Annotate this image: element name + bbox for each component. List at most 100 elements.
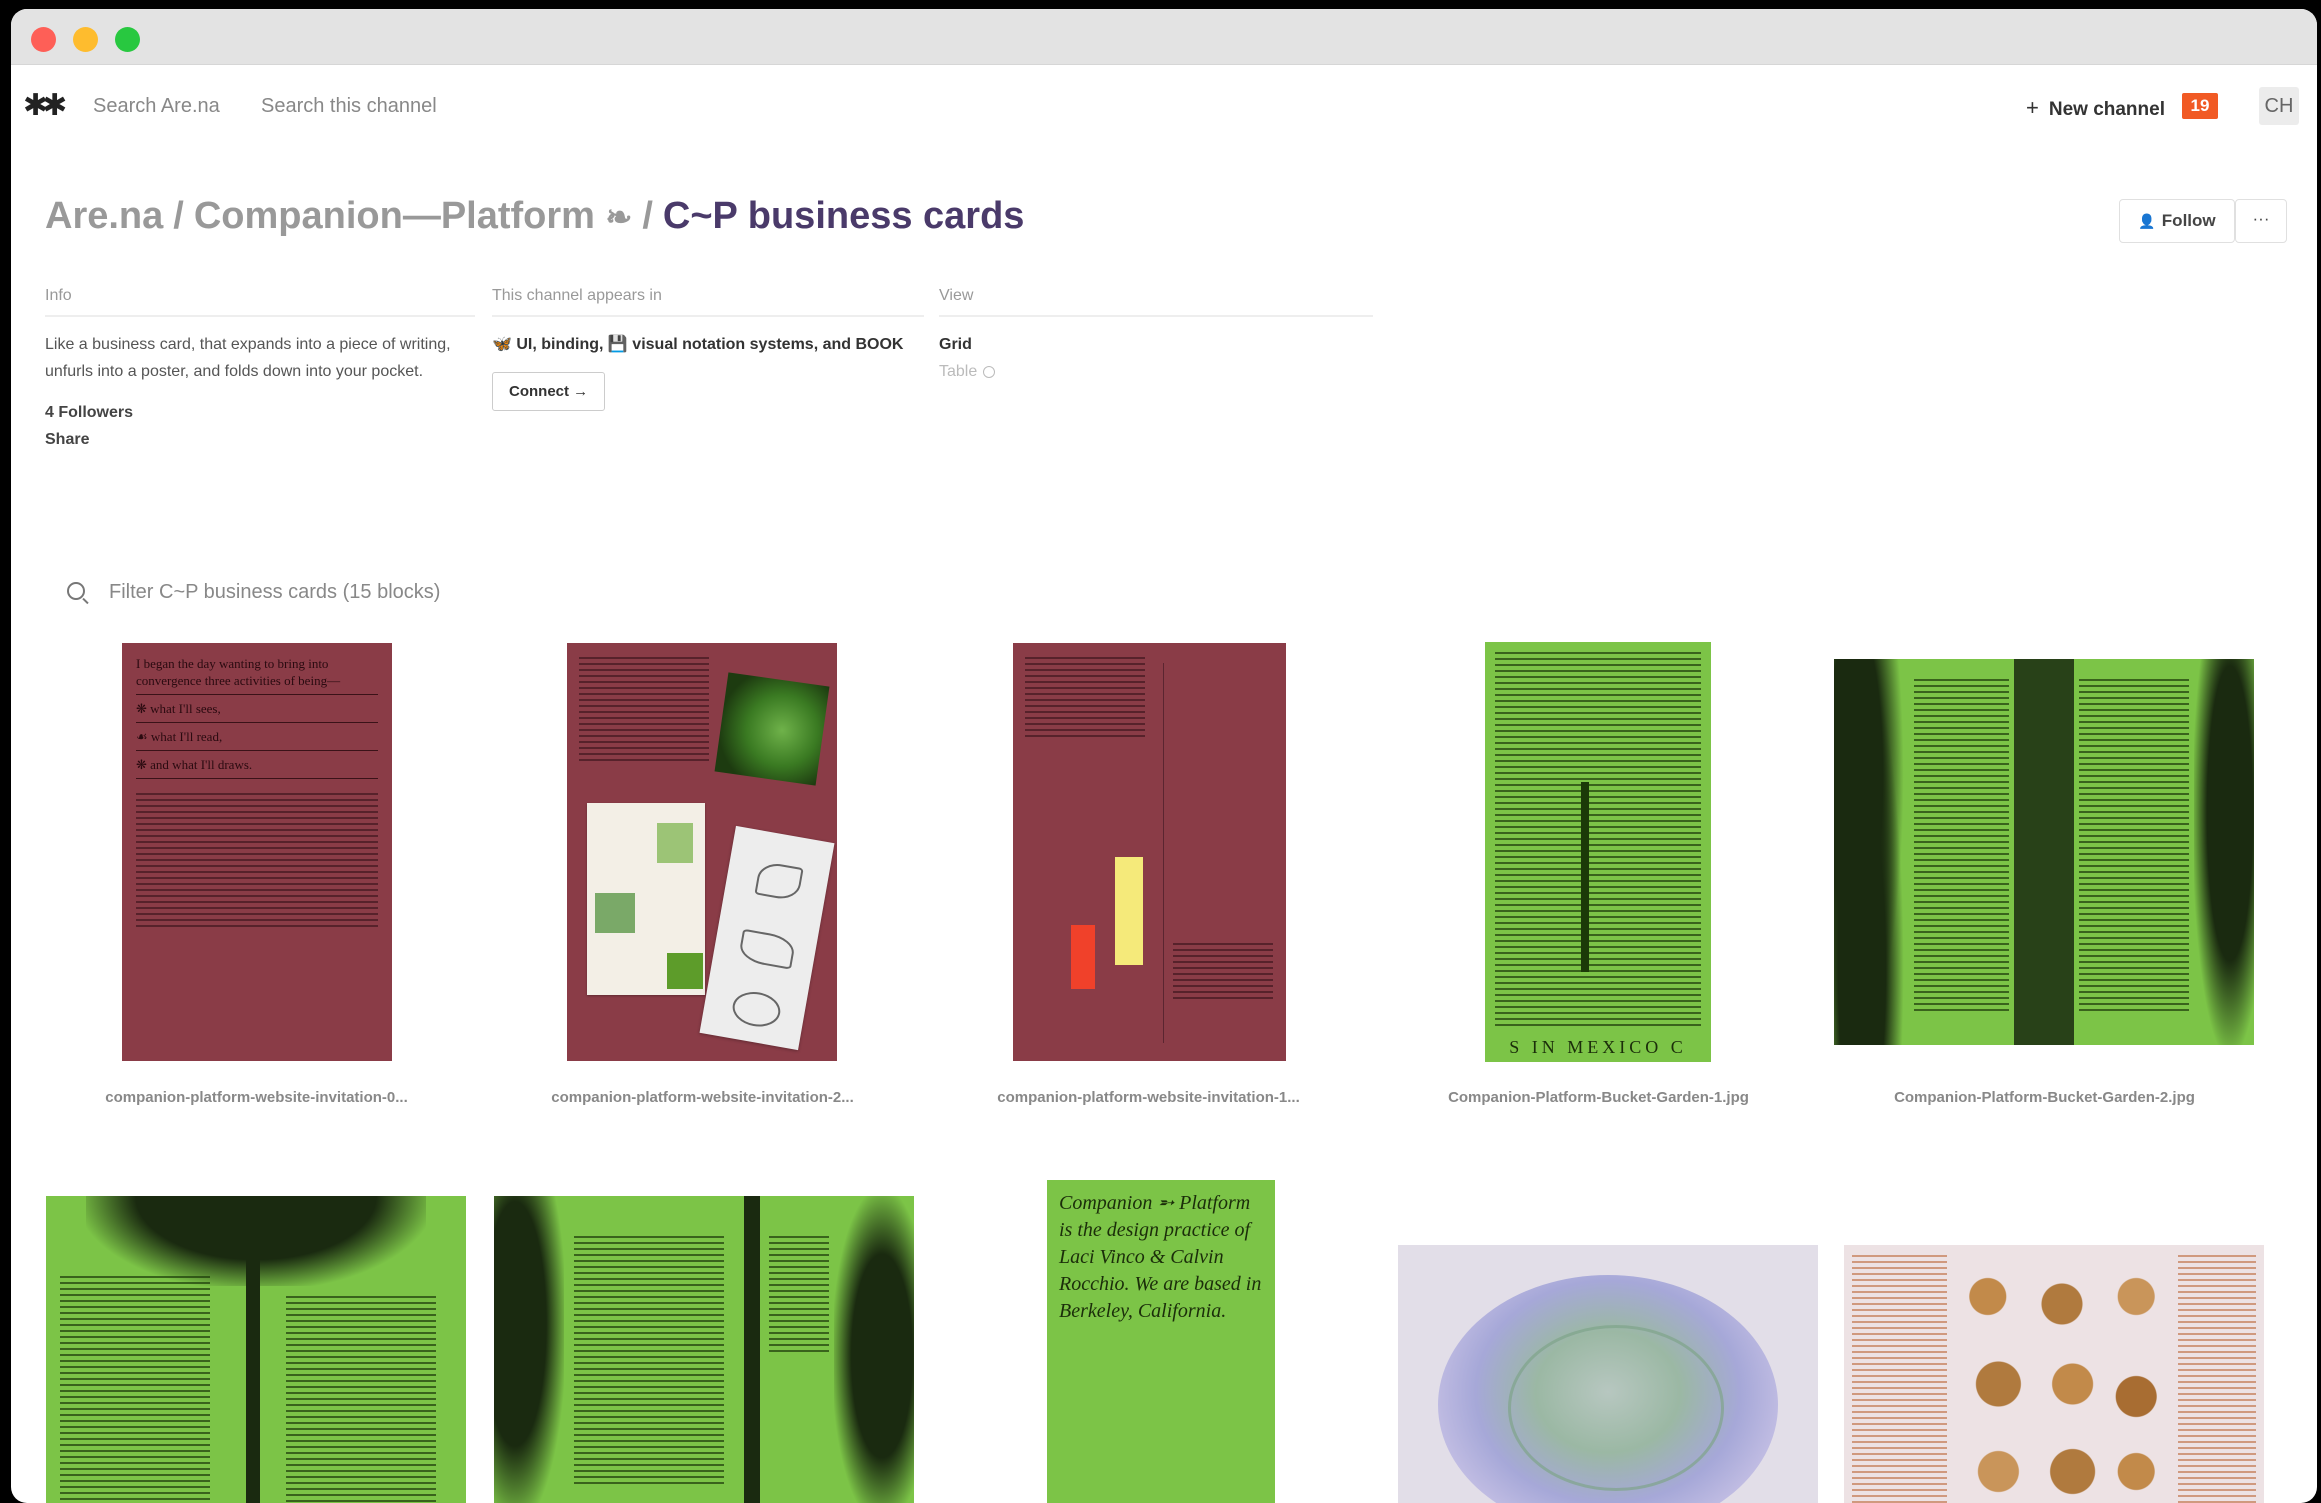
rule: [136, 750, 378, 751]
card-footer-text: S IN MEXICO C: [1485, 1037, 1711, 1058]
view-grid-option[interactable]: Grid: [939, 331, 1373, 358]
info-column: Info Like a business card, that expands …: [45, 287, 475, 453]
new-channel-button[interactable]: + New channel: [2026, 95, 2165, 121]
card-body-text-lines: [769, 1236, 829, 1356]
breadcrumb: Are.na / Companion—Platform ❧ / C~P business…: [45, 195, 1024, 238]
butterfly-icon: 🦋: [492, 336, 512, 353]
block-caption[interactable]: Companion-Platform-Bucket-Garden-2.jpg: [1822, 1089, 2267, 1106]
browser-window: ✱✱ Search Are.na Search this channel + Ne…: [11, 9, 2317, 1503]
block-shell-print[interactable]: [1398, 1245, 1818, 1503]
notification-badge[interactable]: 19: [2182, 93, 2218, 119]
follow-button[interactable]: 👤 Follow: [2119, 199, 2235, 243]
shell-inner: [1508, 1325, 1724, 1491]
maximize-window-button[interactable]: [115, 27, 140, 52]
minimize-window-button[interactable]: [73, 27, 98, 52]
card-text: I began the day wanting to bring into co…: [136, 655, 378, 784]
block-garden-spread-2[interactable]: [494, 1196, 914, 1503]
rule: [136, 778, 378, 779]
card-body-text-lines: [136, 793, 378, 931]
card-intro-text: I began the day wanting to bring into co…: [136, 656, 341, 688]
plant-stem: [246, 1256, 260, 1503]
block-companion-platform-card[interactable]: Companion ➵ Platform is the design pract…: [1047, 1180, 1275, 1503]
followers-link[interactable]: 4 Followers: [45, 399, 475, 426]
vertical-divider: [1163, 663, 1164, 1043]
card-body-text-lines: [1025, 657, 1145, 741]
filter-blocks[interactable]: Filter C~P business cards (15 blocks): [67, 581, 440, 604]
floppy-disk-icon: 💾: [607, 336, 628, 353]
channel-link-book[interactable]: , and BOOK: [814, 336, 904, 353]
breadcrumb-parent[interactable]: Companion—Platform: [194, 195, 595, 237]
appears-in-heading: This channel appears in: [492, 287, 924, 317]
foliage-right: [834, 1196, 914, 1503]
block-card-invitation-1[interactable]: [1013, 643, 1286, 1061]
lock-circle-icon: [983, 365, 996, 378]
bird-sketch-card: [699, 825, 835, 1051]
connect-button[interactable]: Connect →: [492, 372, 606, 411]
breadcrumb-root[interactable]: Are.na: [45, 195, 163, 237]
view-table-option[interactable]: Table: [939, 358, 1373, 385]
red-tab: [1071, 925, 1095, 989]
plus-icon: +: [2025, 95, 2039, 120]
specimen-card: [587, 803, 705, 995]
card-body-text-lines: [1852, 1255, 1947, 1503]
user-avatar[interactable]: CH: [2259, 87, 2299, 125]
arena-logo-icon[interactable]: ✱✱: [23, 91, 67, 121]
info-heading: Info: [45, 287, 475, 317]
breadcrumb-separator: /: [642, 195, 653, 237]
channel-description: Like a business card, that expands into …: [45, 336, 451, 380]
yellow-tab: [1115, 857, 1143, 965]
more-options-button[interactable]: ···: [2235, 199, 2287, 243]
card-body-text-lines: [1495, 652, 1701, 1030]
block-caption[interactable]: Companion-Platform-Bucket-Garden-1.jpg: [1376, 1089, 1821, 1106]
rule: [136, 722, 378, 723]
breadcrumb-separator: /: [173, 195, 184, 237]
new-channel-label: New channel: [2048, 99, 2165, 120]
block-card-invitation-0[interactable]: I began the day wanting to bring into co…: [122, 643, 392, 1061]
breadcrumb-current[interactable]: C~P business cards: [663, 195, 1025, 237]
view-table-label: Table: [939, 363, 978, 380]
card-body-text-lines: [579, 657, 709, 765]
channel-link-binding[interactable]: , binding,: [532, 336, 603, 353]
block-caption[interactable]: companion-platform-website-invitation-2.…: [480, 1089, 925, 1106]
close-window-button[interactable]: [31, 27, 56, 52]
follow-label: Follow: [2161, 211, 2216, 230]
view-column: View Grid Table: [939, 287, 1373, 385]
channel-link-ui[interactable]: UI: [516, 336, 532, 353]
card-body-text-lines: [1173, 943, 1273, 1003]
share-link[interactable]: Share: [45, 426, 475, 453]
appears-in-column: This channel appears in 🦋 UI, binding, 💾…: [492, 287, 924, 411]
block-caption[interactable]: companion-platform-website-invitation-1.…: [926, 1089, 1371, 1106]
add-person-icon: 👤: [2138, 213, 2156, 229]
card-line-text: ☙ what I'll read,: [136, 729, 223, 744]
foliage-left: [1834, 659, 1904, 1045]
block-card-invitation-2[interactable]: [567, 643, 837, 1061]
card-body-text-lines: [2178, 1255, 2256, 1503]
search-arena-input[interactable]: Search Are.na: [93, 95, 220, 118]
filter-placeholder: Filter C~P business cards (15 blocks): [109, 581, 441, 603]
card-body-text-lines: [60, 1276, 210, 1503]
block-caption[interactable]: companion-platform-website-invitation-0.…: [34, 1089, 479, 1106]
foliage-center: [2014, 659, 2074, 1045]
foliage-left: [494, 1196, 564, 1503]
appears-in-list: 🦋 UI, binding, 💾 visual notation systems…: [492, 331, 924, 358]
card-line-text: ❋ what I'll sees,: [136, 701, 221, 716]
plant-stem: [744, 1196, 760, 1503]
card-body-text-lines: [286, 1296, 436, 1503]
card-title-text: Companion ➵ Platform is the design pract…: [1059, 1192, 1262, 1322]
rule: [136, 694, 378, 695]
foliage-right: [2194, 659, 2254, 1045]
channel-link-visual-notation[interactable]: visual notation systems: [632, 336, 813, 353]
block-garden-spread-1[interactable]: [46, 1196, 466, 1503]
card-body-text-lines: [2079, 679, 2189, 1015]
leaf-photo: [714, 672, 830, 786]
top-navigation: ✱✱ Search Are.na Search this channel + Ne…: [11, 65, 2317, 141]
block-bucket-garden-1[interactable]: S IN MEXICO C: [1485, 642, 1711, 1062]
search-icon: [67, 581, 85, 600]
window-titlebar: [11, 9, 2317, 65]
card-body-text-lines: [574, 1236, 724, 1488]
card-line-text: ❋ and what I'll draws.: [136, 757, 253, 772]
search-channel-input[interactable]: Search this channel: [261, 95, 437, 118]
block-bucket-garden-2[interactable]: [1834, 659, 2254, 1045]
block-illustrated-print[interactable]: [1844, 1245, 2264, 1503]
illustration-grid: [1956, 1259, 2168, 1503]
